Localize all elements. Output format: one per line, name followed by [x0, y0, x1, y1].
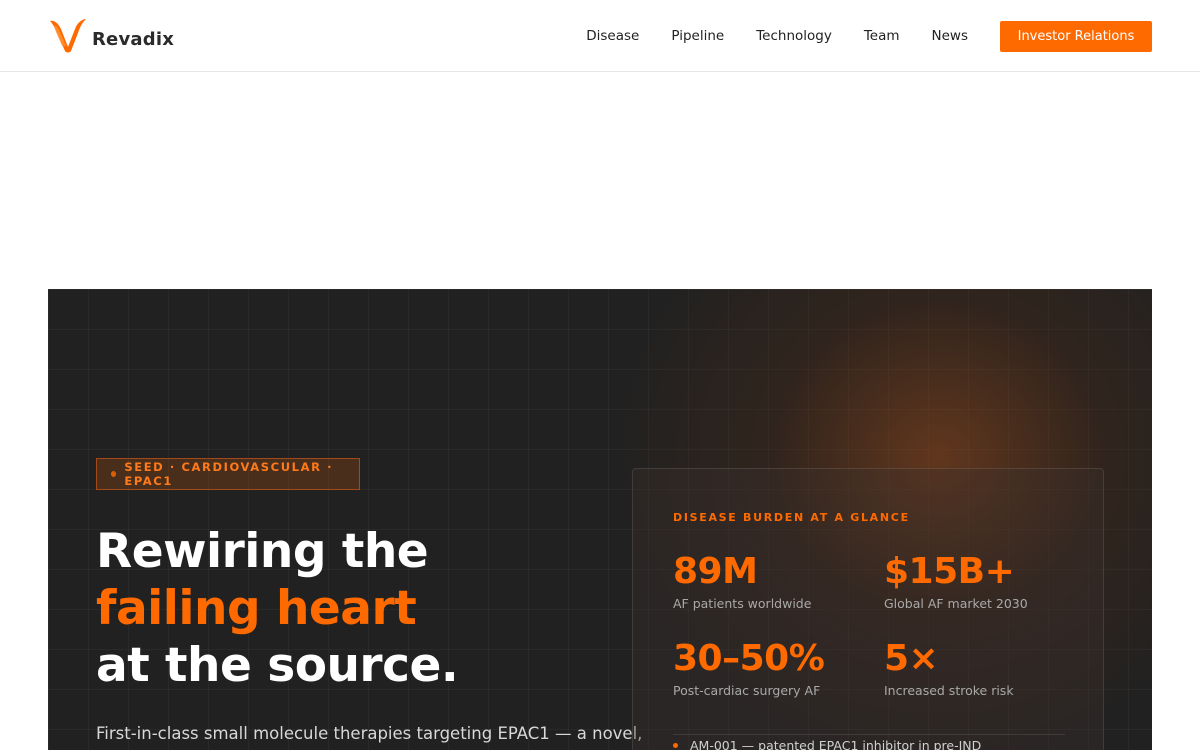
stat-label: Increased stroke risk [884, 683, 1014, 698]
site-header: Revadix Disease Pipeline Technology Team… [0, 0, 1200, 72]
nav-link-pipeline[interactable]: Pipeline [671, 21, 724, 52]
headline-line-2: failing heart [96, 581, 417, 636]
stat-af-patients: 89M AF patients worldwide [673, 551, 873, 612]
stat-value: 89M [673, 551, 758, 592]
card-bullet: AM-001 — patented EPAC1 inhibitor in pre… [673, 738, 981, 750]
stat-value: 30–50% [673, 638, 825, 679]
stat-value: $15B+ [884, 551, 1015, 592]
card-title: DISEASE BURDEN AT A GLANCE [673, 511, 910, 524]
investor-relations-button[interactable]: Investor Relations [1000, 21, 1152, 52]
bullet-dot-icon [673, 743, 678, 748]
hero-headline: Rewiring the failing heart at the source… [96, 523, 459, 694]
stat-stroke-risk: 5× Increased stroke risk [884, 638, 1084, 699]
logo[interactable]: Revadix [48, 17, 174, 55]
hero-section: SEED · CARDIOVASCULAR · EPAC1 Rewiring t… [48, 289, 1152, 750]
disease-burden-card: DISEASE BURDEN AT A GLANCE 89M AF patien… [632, 468, 1104, 750]
nav-link-technology[interactable]: Technology [756, 21, 832, 52]
main-nav: Disease Pipeline Technology Team News In… [586, 21, 1152, 52]
stat-value: 5× [884, 638, 939, 679]
stat-post-surgery-af: 30–50% Post-cardiac surgery AF [673, 638, 873, 699]
nav-link-team[interactable]: Team [864, 21, 900, 52]
stat-label: Global AF market 2030 [884, 596, 1028, 611]
nav-link-disease[interactable]: Disease [586, 21, 639, 52]
nav-link-news[interactable]: News [932, 21, 968, 52]
headline-line-3: at the source. [96, 638, 459, 693]
card-divider [673, 734, 1065, 735]
badge-text: SEED · CARDIOVASCULAR · EPAC1 [124, 460, 334, 488]
stat-label: AF patients worldwide [673, 596, 812, 611]
hero-description: First-in-class small molecule therapies … [96, 724, 643, 743]
bullet-text: AM-001 — patented EPAC1 inhibitor in pre… [690, 738, 982, 750]
flame-v-logo-icon [50, 19, 86, 53]
brand-name: Revadix [92, 28, 175, 50]
hero-badge: SEED · CARDIOVASCULAR · EPAC1 [96, 458, 360, 490]
badge-dot-icon [111, 471, 117, 477]
stat-market: $15B+ Global AF market 2030 [884, 551, 1084, 612]
headline-line-1: Rewiring the [96, 524, 429, 579]
stat-label: Post-cardiac surgery AF [673, 683, 821, 698]
